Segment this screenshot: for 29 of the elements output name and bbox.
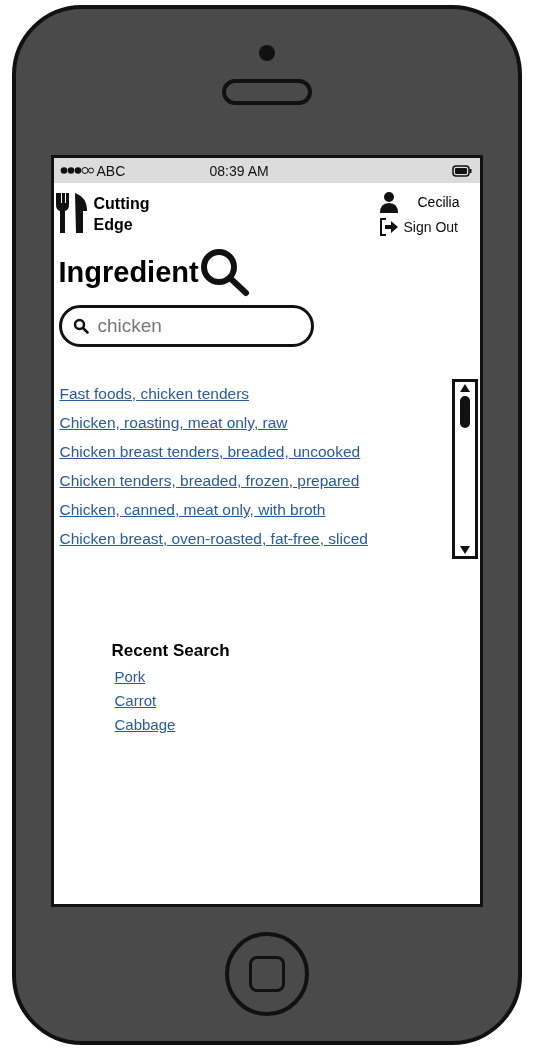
recent-search-link[interactable]: Pork — [114, 668, 146, 685]
search-field[interactable]: chicken — [58, 305, 314, 347]
camera-dot — [258, 45, 275, 61]
status-time: 08:39 AM — [209, 162, 270, 179]
result-link[interactable]: Fast foods, chicken tenders — [59, 385, 452, 403]
sign-out-icon — [379, 217, 400, 237]
sign-out-link[interactable]: Sign Out — [379, 217, 460, 237]
recent-heading: Recent Search — [111, 641, 230, 661]
search-icon — [198, 247, 251, 297]
result-link[interactable]: Chicken, roasting, meat only, raw — [59, 414, 452, 432]
scrollbar[interactable] — [451, 379, 478, 559]
scroll-down-arrow-icon[interactable] — [457, 544, 472, 556]
logo-text: Cutting Edge — [93, 194, 151, 235]
search-icon — [72, 318, 89, 334]
user-name: Cecilia — [417, 194, 460, 210]
result-link[interactable]: Chicken breast tenders, breaded, uncooked — [59, 443, 452, 461]
result-link[interactable]: Chicken breast, oven-roasted, fat-free, sliced — [59, 530, 452, 548]
result-link[interactable]: Chicken tenders, breaded, frozen, prepared — [59, 472, 452, 490]
result-link[interactable]: Chicken, canned, meat only, with broth — [59, 501, 452, 519]
scroll-thumb[interactable] — [459, 396, 470, 428]
page-title: Ingredient — [58, 255, 199, 289]
scroll-up-arrow-icon[interactable] — [457, 382, 472, 394]
recent-search-link[interactable]: Carrot — [114, 692, 157, 709]
recent-search-link[interactable]: Cabbage — [114, 716, 176, 733]
battery-icon — [451, 164, 472, 177]
signal-icon — [59, 166, 94, 175]
fork-knife-icon — [53, 191, 90, 235]
user-icon — [379, 191, 400, 213]
carrier-name: ABC — [96, 162, 126, 179]
